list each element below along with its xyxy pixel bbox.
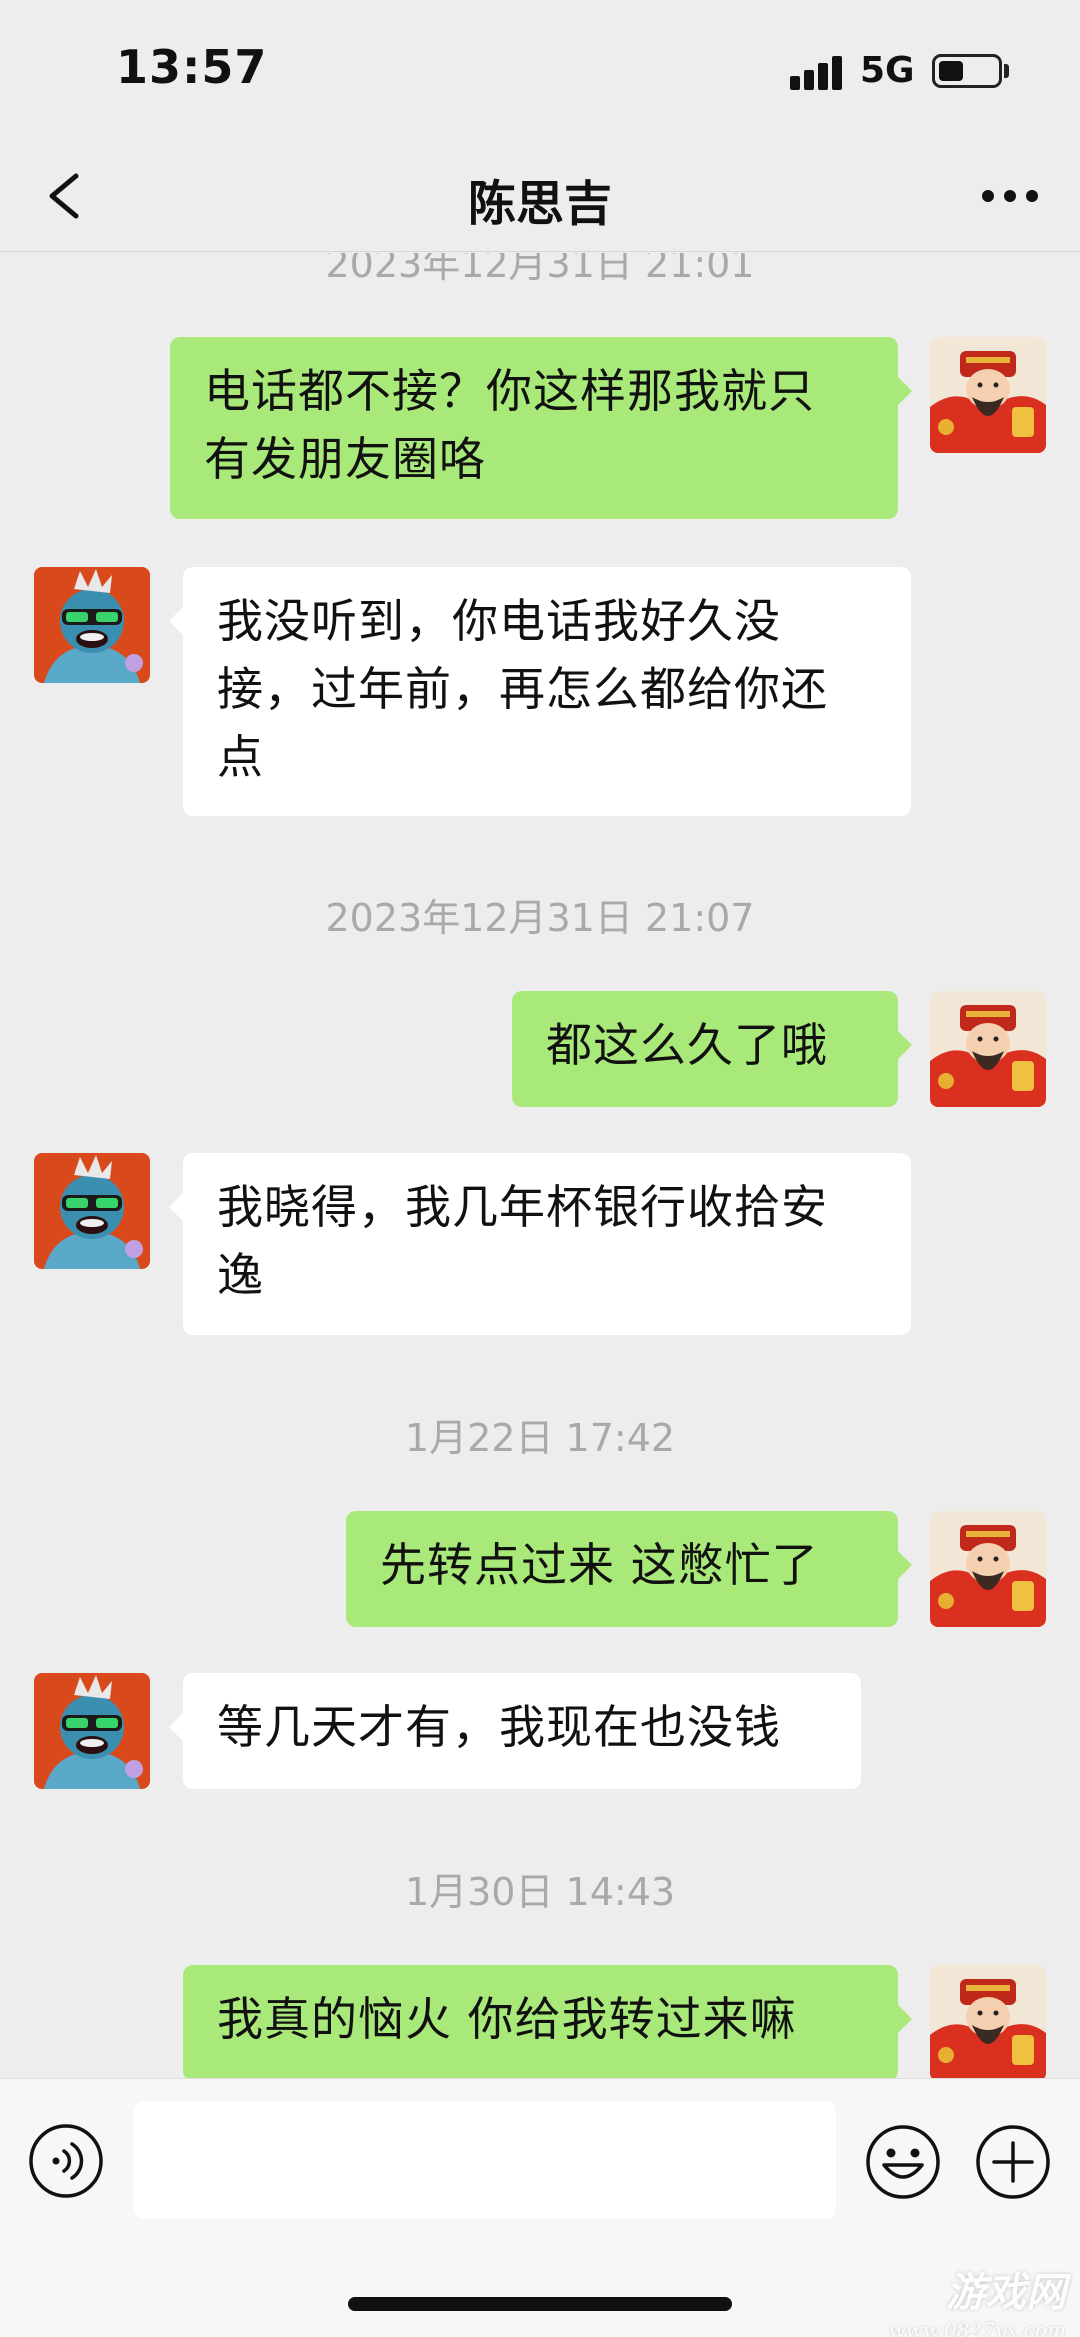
timestamp: 1月22日 17:42	[404, 1416, 676, 1460]
contact-avatar[interactable]	[34, 1673, 150, 1789]
message-line: 我没听到，你电话我好久没	[217, 594, 781, 648]
message-line: 我晓得，我几年杯银行收拾安	[217, 1180, 828, 1234]
incoming-message[interactable]: 我没听到，你电话我好久没 接，过年前，再怎么都给你还 点	[169, 567, 911, 816]
status-time: 13:57	[116, 40, 268, 94]
message-line: 都这么久了哦	[546, 1018, 828, 1072]
timestamp: 1月30日 14:43	[404, 1870, 676, 1914]
battery-tip	[1004, 64, 1009, 78]
cartoon-monkey-avatar-image	[34, 1673, 150, 1789]
chat-screen: 13:57 5G 陈思吉 2023年12月31日 21:01 电话都不接？你这样…	[0, 0, 1080, 2337]
battery-level-fill	[939, 61, 963, 81]
god-of-wealth-avatar-image	[930, 991, 1046, 1107]
emoji-icon[interactable]	[864, 2123, 942, 2201]
outgoing-message[interactable]: 电话都不接？你这样那我就只 有发朋友圈咯	[170, 337, 912, 519]
message-line: 等几天才有，我现在也没钱	[217, 1700, 781, 1754]
message-line: 有发朋友圈咯	[204, 432, 486, 486]
timestamp: 2023年12月31日 21:07	[325, 896, 755, 940]
watermark-sub: www.0827yx.com	[888, 2318, 1066, 2337]
outgoing-message[interactable]: 都这么久了哦	[512, 991, 912, 1107]
message-list[interactable]: 2023年12月31日 21:01 电话都不接？你这样那我就只 有发朋友圈咯 我…	[0, 253, 1080, 2078]
cellular-signal-icon	[790, 54, 844, 90]
voice-icon[interactable]	[28, 2123, 104, 2199]
my-avatar[interactable]	[930, 337, 1046, 453]
plus-icon[interactable]	[974, 2123, 1052, 2201]
outgoing-message[interactable]: 先转点过来 这憋忙了	[346, 1511, 912, 1627]
my-avatar[interactable]	[930, 1965, 1046, 2078]
cartoon-monkey-avatar-image	[34, 1153, 150, 1269]
timestamp: 2023年12月31日 21:01	[325, 253, 755, 286]
watermark-main: 游戏网	[946, 2269, 1066, 2316]
god-of-wealth-avatar-image	[930, 1965, 1046, 2078]
god-of-wealth-avatar-image	[930, 337, 1046, 453]
contact-avatar[interactable]	[34, 1153, 150, 1269]
god-of-wealth-avatar-image	[930, 1511, 1046, 1627]
network-type: 5G	[860, 50, 915, 91]
message-line: 接，过年前，再怎么都给你还	[217, 662, 828, 716]
my-avatar[interactable]	[930, 991, 1046, 1107]
watermark-logo: 游戏网 www.0827yx.com	[889, 2260, 1066, 2337]
chat-title: 陈思吉	[467, 176, 612, 232]
contact-avatar[interactable]	[34, 567, 150, 683]
message-line: 逸	[217, 1248, 264, 1302]
message-input[interactable]	[134, 2101, 836, 2219]
my-avatar[interactable]	[930, 1511, 1046, 1627]
battery-icon	[932, 54, 1002, 88]
message-line: 我真的恼火 你给我转过来嘛	[217, 1992, 797, 2046]
status-bar: 13:57 5G	[0, 0, 1080, 140]
message-line: 先转点过来 这憋忙了	[380, 1538, 819, 1592]
outgoing-message[interactable]: 我真的恼火 你给我转过来嘛	[183, 1965, 912, 2078]
message-line: 电话都不接？你这样那我就只	[204, 364, 815, 418]
incoming-message[interactable]: 等几天才有，我现在也没钱	[169, 1673, 861, 1789]
incoming-message[interactable]: 我晓得，我几年杯银行收拾安 逸	[169, 1153, 911, 1335]
ellipsis-icon[interactable]	[970, 164, 1050, 228]
message-line: 点	[217, 730, 264, 784]
chat-header: 陈思吉	[0, 140, 1080, 252]
home-indicator[interactable]	[348, 2297, 732, 2311]
cartoon-monkey-avatar-image	[34, 567, 150, 683]
